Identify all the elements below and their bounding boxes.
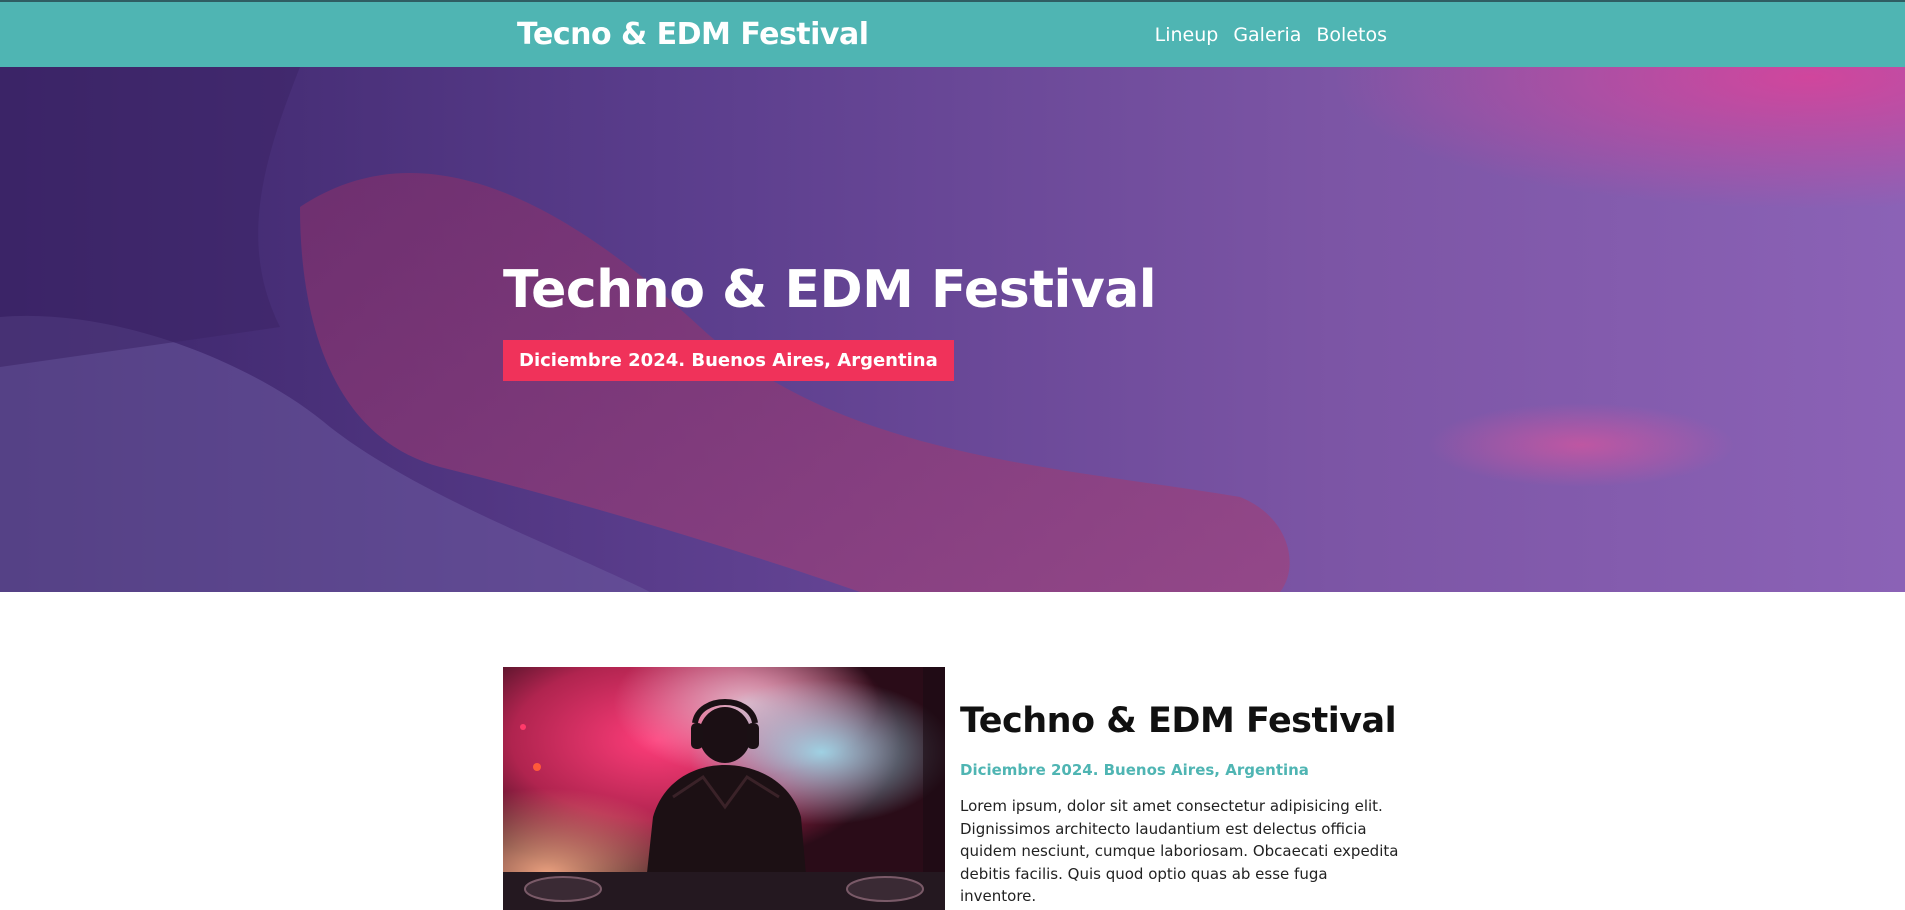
site-logo[interactable]: Tecno & EDM Festival [517, 17, 869, 52]
about-text: Techno & EDM Festival Diciembre 2024. Bu… [960, 701, 1400, 908]
main-nav: Lineup Galeria Boletos [1155, 24, 1387, 46]
dj-illustration [503, 667, 945, 910]
header-inner: Tecno & EDM Festival Lineup Galeria Bole… [517, 2, 1387, 67]
nav-link-lineup[interactable]: Lineup [1155, 24, 1219, 46]
nav-link-boletos[interactable]: Boletos [1316, 24, 1387, 46]
site-header: Tecno & EDM Festival Lineup Galeria Bole… [0, 0, 1905, 67]
dj-image [503, 667, 945, 910]
hero-content: Techno & EDM Festival Diciembre 2024. Bu… [503, 260, 1157, 382]
hero-section: Techno & EDM Festival Diciembre 2024. Bu… [0, 67, 1905, 592]
hero-title: Techno & EDM Festival [503, 260, 1157, 320]
hero-date-badge: Diciembre 2024. Buenos Aires, Argentina [503, 340, 954, 382]
nav-link-galeria[interactable]: Galeria [1233, 24, 1301, 46]
about-body: Lorem ipsum, dolor sit amet consectetur … [960, 797, 1399, 905]
about-title: Techno & EDM Festival [960, 701, 1397, 741]
about-section: Techno & EDM Festival Diciembre 2024. Bu… [503, 667, 1403, 910]
about-subtitle: Diciembre 2024. Buenos Aires, Argentina [960, 761, 1309, 779]
